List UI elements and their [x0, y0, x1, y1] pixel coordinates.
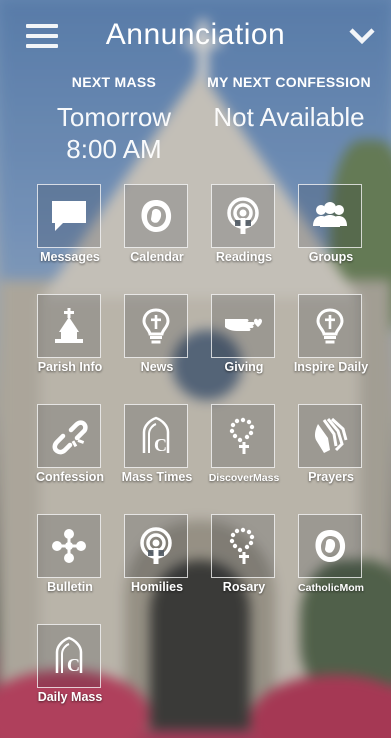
- tile-news[interactable]: News: [113, 294, 201, 390]
- tile-giving[interactable]: Giving: [200, 294, 288, 390]
- lightbulb-cross-icon: [142, 308, 170, 344]
- tile-rosary[interactable]: Rosary: [200, 514, 288, 610]
- tile-label: Mass Times: [121, 470, 193, 484]
- tile-label: Rosary: [222, 580, 266, 594]
- rosary-icon: [229, 527, 255, 564]
- feature-grid: Messages Calendar Readings Groups Parish…: [0, 0, 391, 738]
- svg-text:C: C: [154, 435, 167, 455]
- tile-messages[interactable]: Messages: [26, 184, 114, 280]
- tile-label: Daily Mass: [37, 690, 103, 704]
- tile-readings[interactable]: Readings: [200, 184, 288, 280]
- tile-prayers[interactable]: Prayers: [287, 404, 375, 500]
- tile-label: Confession: [35, 470, 105, 484]
- tile-label: Prayers: [308, 470, 354, 484]
- lightbulb-cross-icon: [316, 308, 344, 344]
- chapel-c-icon: C: [55, 636, 83, 675]
- tile-calendar[interactable]: Calendar: [113, 184, 201, 280]
- home-screen: Annunciation NEXT MASS Tomorrow 8:00 AM …: [0, 0, 391, 738]
- mary-head-icon: [315, 530, 346, 562]
- tile-label: Homilies: [130, 580, 184, 594]
- tile-daily-mass[interactable]: C Daily Mass: [26, 624, 114, 720]
- mary-head-icon: [141, 200, 172, 232]
- podcast-icon: [227, 197, 259, 234]
- tile-label: Parish Info: [37, 360, 103, 374]
- chapel-c-icon: C: [142, 416, 170, 455]
- hand-heart-icon: [225, 318, 262, 331]
- tile-mass-times[interactable]: C Mass Times: [113, 404, 201, 500]
- broken-chain-icon: [52, 420, 88, 455]
- podcast-icon: [140, 527, 172, 564]
- tile-parish-info[interactable]: Parish Info: [26, 294, 114, 390]
- tile-inspire-daily[interactable]: Inspire Daily: [287, 294, 375, 390]
- svg-text:C: C: [67, 655, 80, 675]
- speech-bubble-icon: [52, 201, 86, 231]
- tile-groups[interactable]: Groups: [287, 184, 375, 280]
- church-icon: [55, 308, 83, 343]
- tile-label: CatholicMom: [298, 582, 364, 594]
- tile-label: Readings: [215, 250, 273, 264]
- tile-catholicmom[interactable]: CatholicMom: [287, 514, 375, 610]
- tile-label: Calendar: [130, 250, 184, 264]
- tile-homilies[interactable]: Homilies: [113, 514, 201, 610]
- tile-bulletin[interactable]: Bulletin: [26, 514, 114, 610]
- tile-label: Giving: [224, 360, 264, 374]
- people-icon: [313, 202, 347, 227]
- quatrefoil-icon: [52, 529, 86, 563]
- tile-label: DiscoverMass: [208, 472, 280, 484]
- tile-label: News: [140, 360, 174, 374]
- rosary-icon: [229, 417, 255, 454]
- tile-label: Bulletin: [47, 580, 93, 594]
- tile-discovermass[interactable]: DiscoverMass: [200, 404, 288, 500]
- tile-confession[interactable]: Confession: [26, 404, 114, 500]
- tile-label: Messages: [40, 250, 100, 264]
- praying-hands-icon: [314, 417, 348, 453]
- tile-label: Groups: [308, 250, 354, 264]
- tile-label: Inspire Daily: [293, 360, 369, 374]
